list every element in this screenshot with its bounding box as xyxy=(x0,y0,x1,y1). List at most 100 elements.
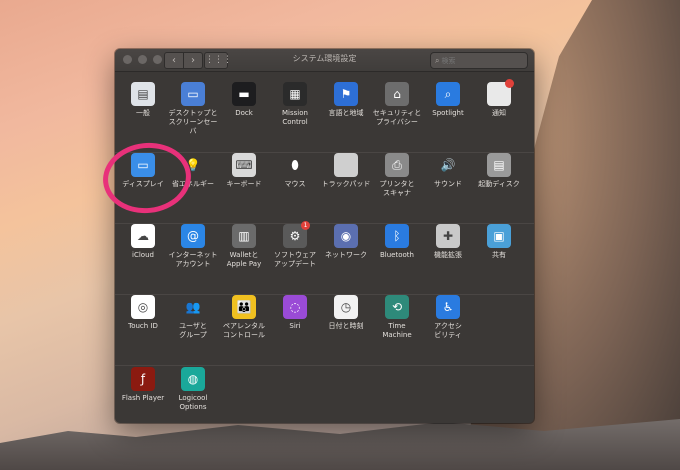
gear-icon: ⚙ 1 xyxy=(283,221,310,248)
fingerprint-icon: ◎ xyxy=(131,295,155,319)
trackpad-icon xyxy=(334,153,358,177)
pane-trackpad[interactable]: トラックパッド xyxy=(321,153,371,189)
pane-label: サウンド xyxy=(434,180,462,188)
pane-users-groups[interactable]: 👥 ユーザと グループ xyxy=(168,295,218,340)
pane-notifications[interactable]: 通知 xyxy=(474,79,524,118)
pane-label: ソフトウェア アップデート xyxy=(274,251,316,268)
pane-label: 機能拡張 xyxy=(434,251,462,259)
time-machine-icon: ⟲ xyxy=(385,295,409,319)
pane-label: Mission Control xyxy=(282,109,308,126)
pane-row: ▤ 一般 ▭ デスクトップと スクリーンセーバ ▬ Dock ▦ Mission Contro… xyxy=(115,79,534,153)
pane-flash-player[interactable]: ƒ Flash Player xyxy=(118,367,168,403)
pane-label: iCloud xyxy=(132,251,154,259)
pane-general[interactable]: ▤ 一般 xyxy=(118,82,168,118)
system-preferences-window: ‹ › ⋮⋮⋮ システム環境設定 ⌕ ▤一般▭デスクトップと スクリーンセーバ▬… xyxy=(115,49,534,423)
pane-label: 起動ディスク xyxy=(478,180,520,188)
pane-label: Logicool Options xyxy=(178,394,208,411)
badge: 1 xyxy=(301,221,310,230)
pane-desktop-screensaver[interactable]: ▭ デスクトップと スクリーンセーバ xyxy=(168,82,218,136)
pane-row: ☁ iCloud @ インターネット アカウント ▥ Walletと Apple Pay ⚙… xyxy=(115,221,534,295)
title-bar: ‹ › ⋮⋮⋮ システム環境設定 ⌕ xyxy=(115,49,534,72)
magnifier-icon: ⌕ xyxy=(436,82,460,106)
pane-label: 共有 xyxy=(492,251,506,259)
dock-icon: ▬ xyxy=(232,82,256,106)
at-icon: @ xyxy=(181,224,205,248)
pane-label: プリンタと スキャナ xyxy=(379,180,415,197)
puzzle-icon: ✚ xyxy=(436,224,460,248)
mouse-icon: ⬮ xyxy=(291,157,299,172)
search-input[interactable] xyxy=(441,57,512,65)
pane-label: アクセシ ビリティ xyxy=(434,322,462,339)
pane-sound[interactable]: 🔊 サウンド xyxy=(423,153,473,189)
pane-label: マウス xyxy=(284,180,306,188)
pane-printers-scanners[interactable]: ⎙ プリンタと スキャナ xyxy=(372,153,422,198)
flag-icon: ⚑ xyxy=(334,82,358,106)
pane-keyboard[interactable]: ⌨ キーボード xyxy=(219,153,269,189)
pane-label: Siri xyxy=(289,322,301,330)
parental-icon: 👪 xyxy=(232,295,256,319)
pane-label: ネットワーク xyxy=(325,251,367,259)
pane-label: 一般 xyxy=(136,109,150,117)
pane-label: Touch ID xyxy=(128,322,158,330)
pane-label: デスクトップと スクリーンセーバ xyxy=(168,109,218,135)
house-icon: ⌂ xyxy=(385,82,409,106)
search-icon: ⌕ xyxy=(435,56,440,65)
pane-touch-id[interactable]: ◎ Touch ID xyxy=(118,295,168,331)
pane-wallet-applepay[interactable]: ▥ Walletと Apple Pay xyxy=(219,224,269,269)
pane-label: Spotlight xyxy=(432,109,464,117)
pane-security-privacy[interactable]: ⌂ セキュリティと プライバシー xyxy=(372,82,422,127)
pane-time-machine[interactable]: ⟲ Time Machine xyxy=(372,295,422,340)
folder-icon: ▣ xyxy=(487,224,511,248)
pane-label: キーボード xyxy=(226,180,262,188)
printer-icon: ⎙ xyxy=(385,153,409,177)
keyboard-icon: ⌨ xyxy=(232,153,256,177)
pane-label: インターネット アカウント xyxy=(168,251,218,268)
pane-parental-controls[interactable]: 👪 ペアレンタル コントロール xyxy=(219,295,269,340)
pane-row: ƒ Flash Player ◍ Logicool Options xyxy=(115,367,534,423)
pane-software-update[interactable]: ⚙ 1 ソフトウェア アップデート xyxy=(270,221,320,269)
pane-dock[interactable]: ▬ Dock xyxy=(219,82,269,118)
pane-sharing[interactable]: ▣ 共有 xyxy=(474,224,524,260)
disk-icon: ▤ xyxy=(487,153,511,177)
pane-label: Dock xyxy=(235,109,253,117)
pane-label: 通知 xyxy=(492,109,506,117)
pane-logicool-options[interactable]: ◍ Logicool Options xyxy=(168,367,218,412)
file-icon: ▤ xyxy=(131,82,155,106)
pane-startup-disk[interactable]: ▤ 起動ディスク xyxy=(474,153,524,189)
pane-label: Walletと Apple Pay xyxy=(226,251,262,268)
pane-date-time[interactable]: ◷ 日付と時刻 xyxy=(321,295,371,331)
logicool-icon: ◍ xyxy=(181,367,205,391)
clock-icon: ◷ xyxy=(334,295,358,319)
users-icon: 👥 xyxy=(185,300,201,314)
pane-bluetooth[interactable]: ᛒ Bluetooth xyxy=(372,224,422,260)
pane-label: 日付と時刻 xyxy=(328,322,364,330)
pane-label: ユーザと グループ xyxy=(179,322,207,339)
pane-accessibility[interactable]: ♿ アクセシ ビリティ xyxy=(423,295,473,340)
pane-mouse[interactable]: ⬮ マウス xyxy=(270,153,320,189)
pane-spotlight[interactable]: ⌕ Spotlight xyxy=(423,82,473,118)
pane-extensions[interactable]: ✚ 機能拡張 xyxy=(423,224,473,260)
notifications-icon xyxy=(487,79,514,106)
siri-icon: ◌ xyxy=(283,295,307,319)
desktop-icon: ▭ xyxy=(181,82,205,106)
pane-language-region[interactable]: ⚑ 言語と地域 xyxy=(321,82,371,118)
pane-label: トラックパッド xyxy=(321,180,371,188)
pane-network[interactable]: ◉ ネットワーク xyxy=(321,224,371,260)
mission-control-icon: ▦ xyxy=(283,82,307,106)
cloud-icon: ☁ xyxy=(131,224,155,248)
search-field[interactable]: ⌕ xyxy=(430,52,528,69)
pane-label: 言語と地域 xyxy=(328,109,364,117)
globe-icon: ◉ xyxy=(334,224,358,248)
accessibility-icon: ♿ xyxy=(436,295,460,319)
flash-icon: ƒ xyxy=(131,367,155,391)
pane-mission-control[interactable]: ▦ Mission Control xyxy=(270,82,320,127)
badge xyxy=(505,79,514,88)
wallet-icon: ▥ xyxy=(232,224,256,248)
pane-row: ◎ Touch ID 👥 ユーザと グループ 👪 ペアレンタル コントロール ◌ Siri ◷ 日… xyxy=(115,295,534,366)
speaker-icon: 🔊 xyxy=(440,158,456,172)
pane-label: Time Machine xyxy=(382,322,412,339)
pane-siri[interactable]: ◌ Siri xyxy=(270,295,320,331)
pane-internet-accounts[interactable]: @ インターネット アカウント xyxy=(168,224,218,269)
pane-icloud[interactable]: ☁ iCloud xyxy=(118,224,168,260)
pane-label: セキュリティと プライバシー xyxy=(372,109,422,126)
